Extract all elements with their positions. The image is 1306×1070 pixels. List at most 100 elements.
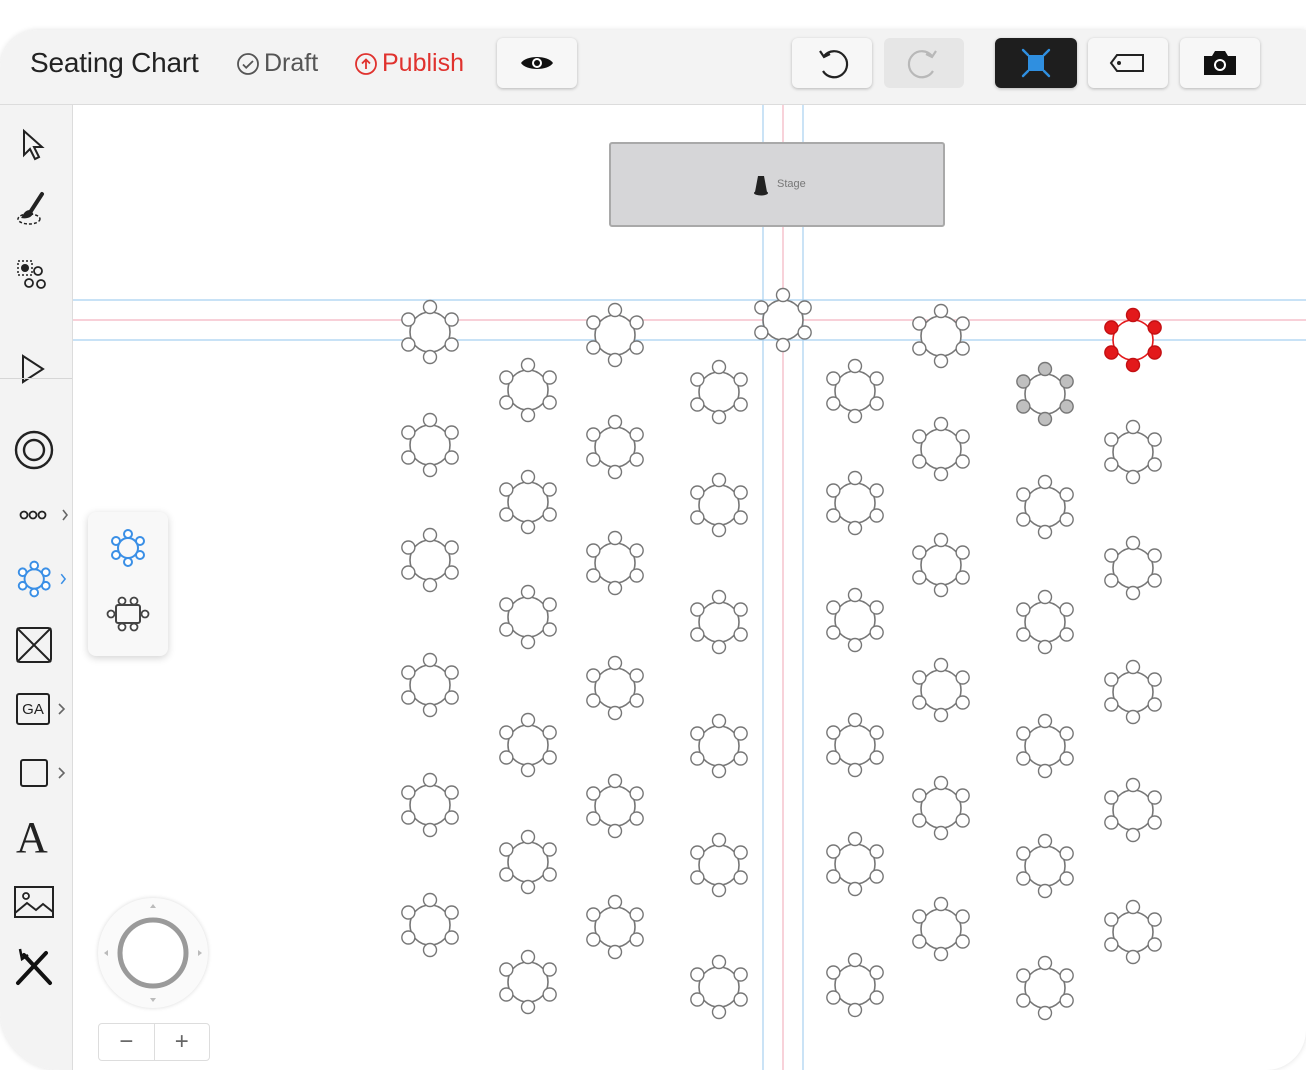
table-seat[interactable]: [1125, 827, 1141, 843]
round-table[interactable]: [586, 773, 644, 839]
table-seat[interactable]: [499, 962, 514, 977]
round-table[interactable]: [912, 416, 970, 482]
table-seat[interactable]: [520, 999, 536, 1015]
table-seat[interactable]: [1125, 307, 1141, 323]
table-seat[interactable]: [869, 600, 884, 615]
table-seat[interactable]: [401, 425, 416, 440]
table-seat[interactable]: [444, 337, 459, 352]
table-seat[interactable]: [1147, 548, 1162, 563]
table-seat[interactable]: [401, 450, 416, 465]
table-seat[interactable]: [1125, 419, 1141, 435]
round-table[interactable]: [826, 952, 884, 1018]
table-seat[interactable]: [733, 485, 748, 500]
table-seat[interactable]: [1016, 751, 1031, 766]
round-table[interactable]: [690, 589, 748, 655]
table-seat[interactable]: [401, 312, 416, 327]
table-seat[interactable]: [711, 763, 727, 779]
table-seat[interactable]: [690, 397, 705, 412]
round-table[interactable]: [1104, 535, 1162, 601]
table-seat[interactable]: [847, 520, 863, 536]
table-seat[interactable]: [912, 788, 927, 803]
table-seat[interactable]: [1104, 790, 1119, 805]
table-seat[interactable]: [586, 543, 601, 558]
table-seat[interactable]: [933, 532, 949, 548]
table-seat[interactable]: [847, 358, 863, 374]
table-seat[interactable]: [912, 341, 927, 356]
table-seat[interactable]: [401, 810, 416, 825]
table-seat[interactable]: [955, 788, 970, 803]
table-seat[interactable]: [499, 867, 514, 882]
table-seat[interactable]: [847, 952, 863, 968]
table-seat[interactable]: [912, 934, 927, 949]
round-table[interactable]: [1104, 419, 1162, 485]
table-seat[interactable]: [955, 341, 970, 356]
table-seat[interactable]: [690, 510, 705, 525]
table-seat[interactable]: [1016, 512, 1031, 527]
table-seat[interactable]: [847, 762, 863, 778]
round-table[interactable]: [1016, 474, 1074, 540]
table-seat[interactable]: [1104, 320, 1119, 335]
table-seat[interactable]: [607, 414, 623, 430]
table-seat[interactable]: [933, 775, 949, 791]
table-seat[interactable]: [499, 750, 514, 765]
table-seat[interactable]: [869, 844, 884, 859]
table-seat[interactable]: [1037, 883, 1053, 899]
table-seat[interactable]: [586, 568, 601, 583]
round-table[interactable]: [1104, 899, 1162, 965]
table-seat[interactable]: [586, 315, 601, 330]
table-seat[interactable]: [826, 625, 841, 640]
table-seat[interactable]: [444, 690, 459, 705]
round-table[interactable]: [499, 949, 557, 1015]
table-seat[interactable]: [1147, 672, 1162, 687]
table-seat[interactable]: [607, 302, 623, 318]
table-seat[interactable]: [520, 712, 536, 728]
table-seat[interactable]: [869, 371, 884, 386]
table-seat[interactable]: [629, 452, 644, 467]
table-seat[interactable]: [847, 712, 863, 728]
table-seat[interactable]: [586, 786, 601, 801]
table-seat[interactable]: [499, 725, 514, 740]
round-table[interactable]: [912, 303, 970, 369]
table-seat[interactable]: [422, 702, 438, 718]
table-seat[interactable]: [933, 946, 949, 962]
table-seat[interactable]: [499, 622, 514, 637]
table-seat[interactable]: [586, 907, 601, 922]
table-seat[interactable]: [847, 1002, 863, 1018]
table-seat[interactable]: [422, 942, 438, 958]
table-seat[interactable]: [520, 357, 536, 373]
table-seat[interactable]: [912, 454, 927, 469]
round-table[interactable]: [826, 587, 884, 653]
table-seat[interactable]: [1059, 846, 1074, 861]
table-seat[interactable]: [955, 934, 970, 949]
table-seat[interactable]: [1059, 374, 1074, 389]
table-seat[interactable]: [690, 726, 705, 741]
table-seat[interactable]: [775, 337, 791, 353]
table-seat[interactable]: [401, 930, 416, 945]
round-table[interactable]: [690, 359, 748, 425]
table-seat[interactable]: [444, 665, 459, 680]
table-seat[interactable]: [629, 786, 644, 801]
zoom-out-button[interactable]: −: [99, 1024, 155, 1060]
table-seat[interactable]: [422, 527, 438, 543]
round-table[interactable]: [690, 472, 748, 538]
table-seat[interactable]: [754, 300, 769, 315]
table-seat[interactable]: [542, 395, 557, 410]
table-seat[interactable]: [733, 510, 748, 525]
table-seat[interactable]: [629, 668, 644, 683]
table-seat[interactable]: [933, 896, 949, 912]
table-seat[interactable]: [912, 545, 927, 560]
table-seat[interactable]: [1059, 993, 1074, 1008]
table-seat[interactable]: [733, 602, 748, 617]
table-seat[interactable]: [826, 750, 841, 765]
table-seat[interactable]: [542, 507, 557, 522]
table-seat[interactable]: [869, 725, 884, 740]
table-seat[interactable]: [733, 372, 748, 387]
table-seat[interactable]: [1016, 374, 1031, 389]
table-seat[interactable]: [1037, 361, 1053, 377]
round-table[interactable]: [499, 829, 557, 895]
table-seat[interactable]: [1147, 432, 1162, 447]
table-seat[interactable]: [711, 472, 727, 488]
table-seat[interactable]: [520, 762, 536, 778]
table-seat[interactable]: [586, 932, 601, 947]
table-seat[interactable]: [1016, 726, 1031, 741]
